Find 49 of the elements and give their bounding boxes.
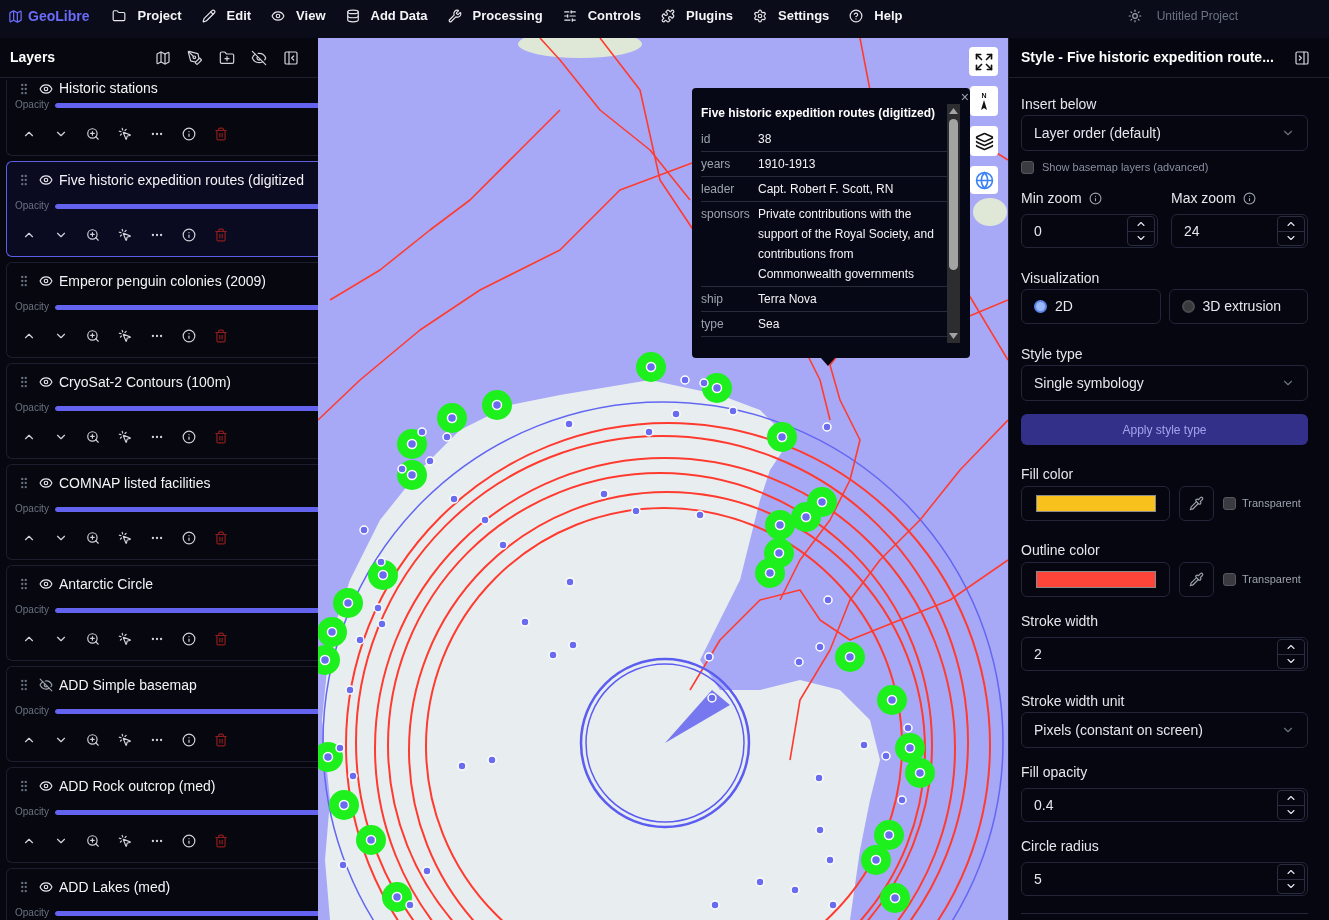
layer-name: ADD Simple basemap xyxy=(59,676,197,694)
property-key: leader xyxy=(701,179,758,199)
checkbox-label: Transparent xyxy=(1242,496,1301,512)
property-value: 38 xyxy=(758,131,773,148)
opacity-label: Opacity xyxy=(15,401,49,415)
layer-name: Historic stations xyxy=(59,80,158,97)
opacity-label: Opacity xyxy=(15,300,49,314)
panel-title: Layers xyxy=(10,48,56,67)
field-label: Min zoom xyxy=(1021,189,1082,208)
checkbox-label: Show basemap layers (advanced) xyxy=(1042,159,1209,175)
field-label: Outline color xyxy=(1021,541,1101,560)
opacity-label: Opacity xyxy=(15,704,49,718)
field-label: Visualization xyxy=(1021,269,1101,288)
field-label: Style type xyxy=(1021,345,1084,364)
layer-name: CryoSat-2 Contours (100m) xyxy=(59,373,231,391)
layer-name: Antarctic Circle xyxy=(59,575,154,593)
opacity-label: Opacity xyxy=(15,906,49,920)
layer-name: Five historic expedition routes (digitized xyxy=(59,171,305,189)
property-value: Capt. Robert F. Scott, RN xyxy=(758,181,895,198)
layer-name: Emperor penguin colonies (2009) xyxy=(59,272,266,290)
property-key: ship xyxy=(701,289,758,309)
field-label: Stroke width xyxy=(1021,612,1100,631)
property-value: Sea xyxy=(758,316,781,333)
opacity-label: Opacity xyxy=(15,199,49,213)
project-title: Untitled Project xyxy=(1156,8,1238,25)
property-key: years xyxy=(701,154,758,174)
property-key: type xyxy=(701,314,758,334)
field-label: Fill color xyxy=(1021,465,1075,484)
panel-title: Style - Five historic expedition route... xyxy=(1021,48,1274,67)
checkbox-label: Transparent xyxy=(1242,572,1301,588)
field-label: Stroke width unit xyxy=(1021,692,1126,711)
field-label: Circle radius xyxy=(1021,837,1100,856)
property-key: id xyxy=(701,129,758,149)
opacity-label: Opacity xyxy=(15,502,49,516)
property-key: sponsors xyxy=(701,204,758,284)
property-value: 1910-1913 xyxy=(758,156,817,173)
field-label: Max zoom xyxy=(1171,189,1236,208)
property-value: Private contributions with the support of the Royal Society, and contributions from Commonwealth governments xyxy=(758,206,935,283)
field-label: Fill opacity xyxy=(1021,763,1089,782)
layer-name: COMNAP listed facilities xyxy=(59,474,211,492)
popup-title: Five historic expedition routes (digitized) xyxy=(701,105,937,122)
field-label: Insert below xyxy=(1021,95,1098,114)
opacity-label: Opacity xyxy=(15,98,49,112)
opacity-label: Opacity xyxy=(15,603,49,617)
property-value: Terra Nova xyxy=(758,291,818,308)
app-name: GeoLibre xyxy=(28,7,90,25)
layer-name: ADD Lakes (med) xyxy=(59,878,171,896)
opacity-label: Opacity xyxy=(15,805,49,819)
layer-name: ADD Rock outcrop (med) xyxy=(59,777,216,795)
